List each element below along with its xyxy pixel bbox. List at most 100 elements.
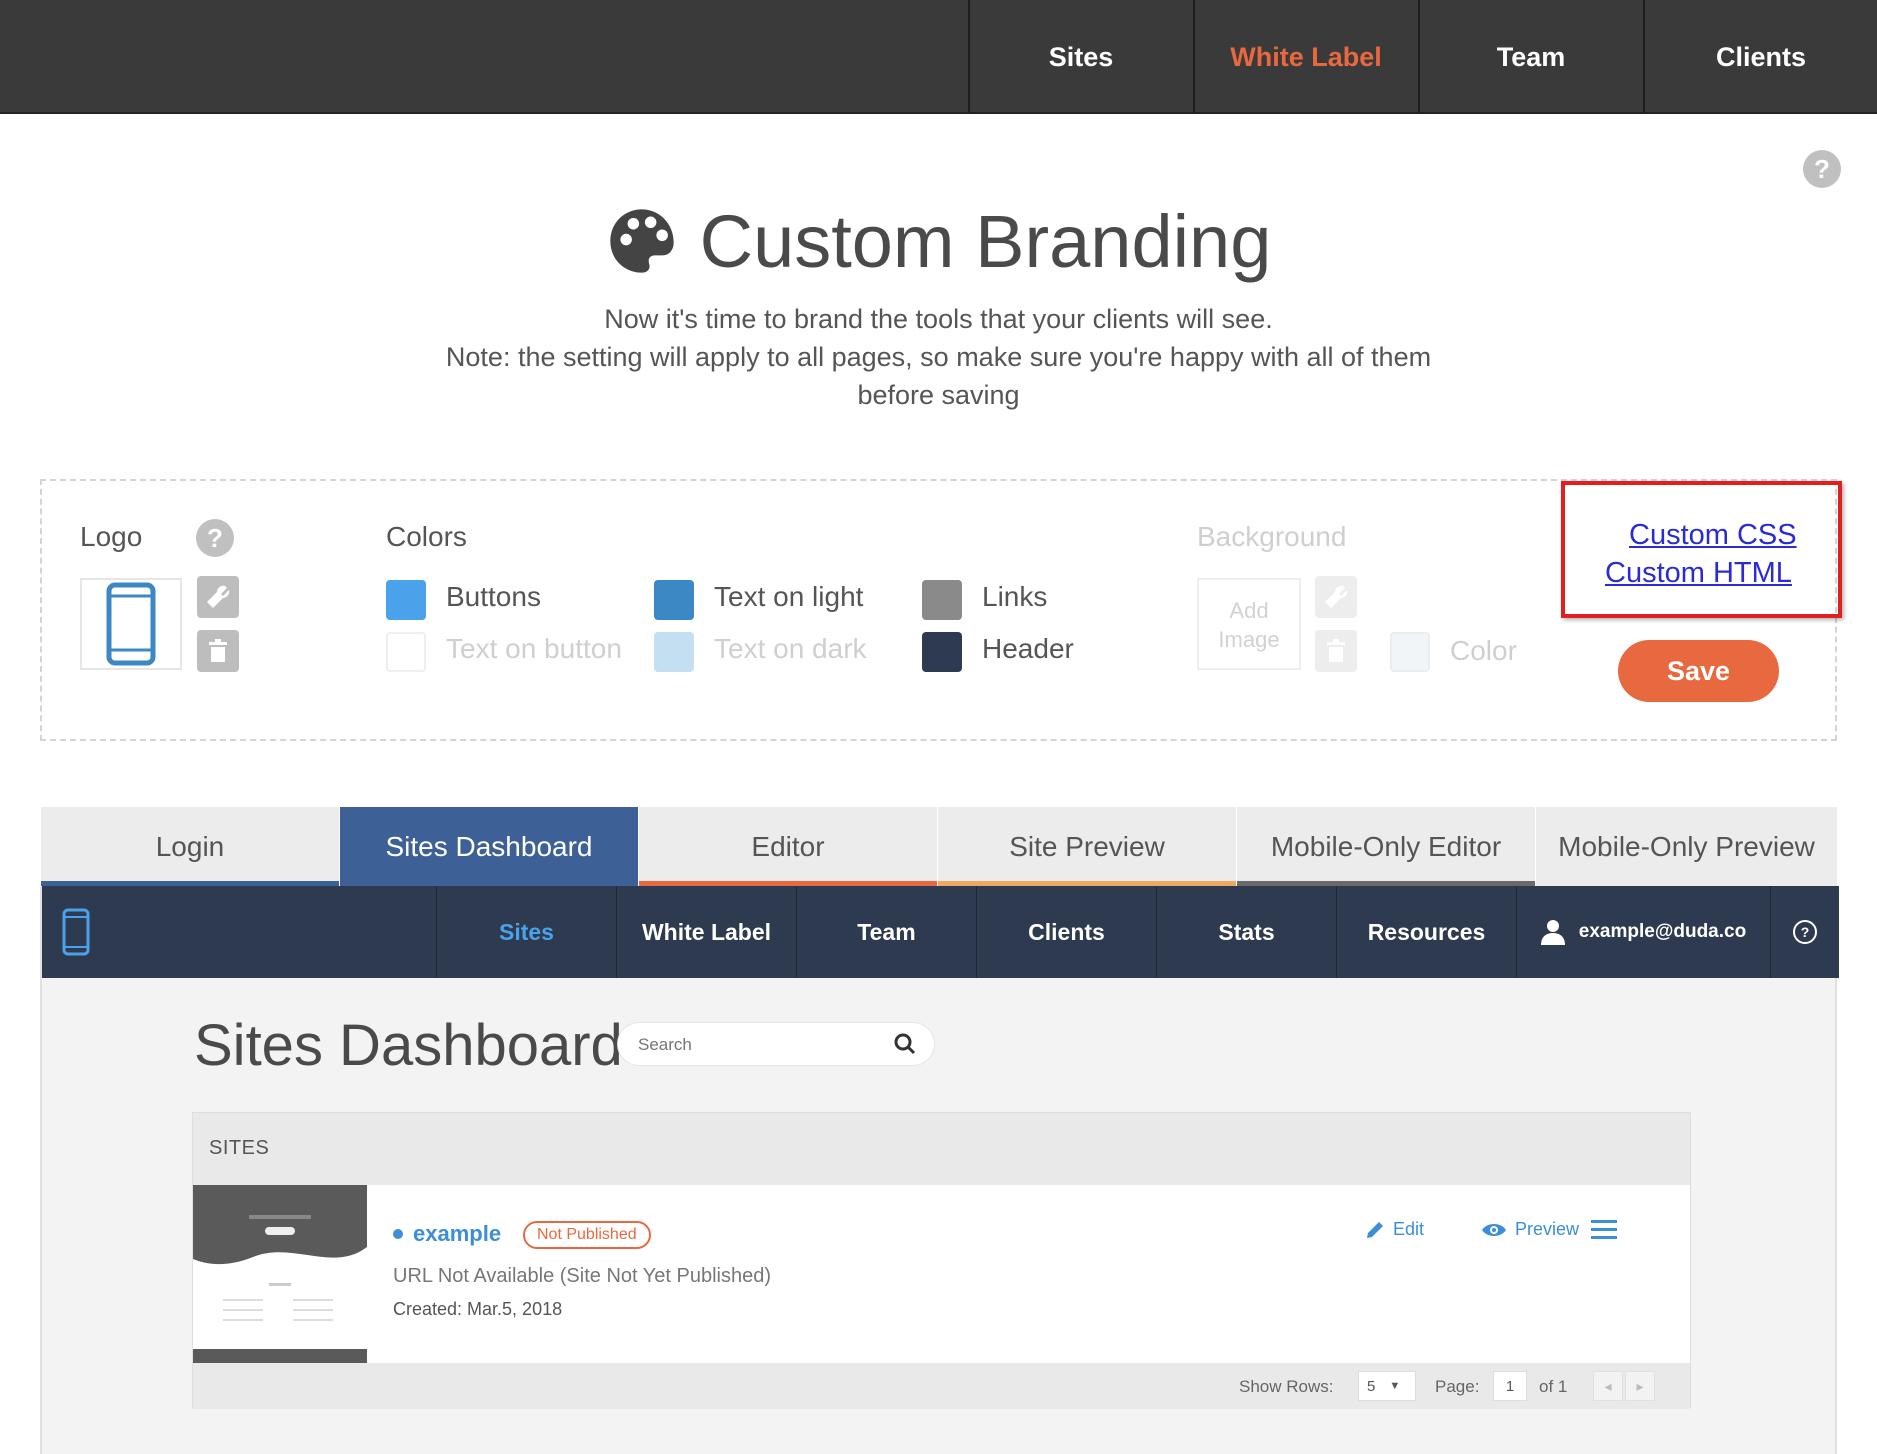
logo-delete-button[interactable] bbox=[197, 630, 239, 672]
site-search[interactable] bbox=[617, 1022, 935, 1066]
buttons-color-label: Buttons bbox=[446, 581, 541, 612]
tab-sites-dashboard-label: Sites Dashboard bbox=[385, 830, 593, 862]
site-url: URL Not Available (Site Not Yet Publishe… bbox=[393, 1265, 771, 1287]
page-header: Custom Branding bbox=[0, 196, 1877, 286]
site-name: example bbox=[413, 1221, 502, 1246]
background-delete-button[interactable] bbox=[1315, 630, 1357, 672]
logo-help-icon[interactable]: ? bbox=[196, 519, 234, 557]
page-subtitle: Now it's time to brand the tools that yo… bbox=[420, 300, 1457, 414]
nav-item-clients[interactable]: Clients bbox=[1643, 0, 1877, 114]
chevron-left-icon: ◂ bbox=[1604, 1377, 1612, 1394]
chevron-right-icon: ▸ bbox=[1636, 1377, 1644, 1394]
wrench-icon bbox=[207, 585, 230, 608]
site-created-date: Created: Mar.5, 2018 bbox=[393, 1299, 563, 1319]
hamburger-menu-icon[interactable] bbox=[1591, 1219, 1617, 1241]
text-on-light-color-swatch[interactable] bbox=[654, 580, 694, 620]
search-icon[interactable] bbox=[894, 1033, 916, 1055]
screen-tabs: Login Sites Dashboard Editor Site Previe… bbox=[40, 807, 1837, 886]
add-image-button[interactable]: Add Image bbox=[1197, 578, 1301, 670]
preview-nav-white-label[interactable]: White Label bbox=[616, 886, 796, 978]
tab-mobile-only-preview[interactable]: Mobile-Only Preview bbox=[1535, 807, 1837, 886]
eye-icon bbox=[1482, 1223, 1506, 1236]
svg-text:?: ? bbox=[1801, 924, 1810, 940]
custom-css-link[interactable]: Custom CSS bbox=[1629, 519, 1797, 552]
sites-dashboard-preview: Sites White Label Team Clients Stats Res… bbox=[40, 886, 1839, 1454]
chevron-down-icon: ▼ bbox=[1389, 1380, 1401, 1392]
next-page-button[interactable]: ▸ bbox=[1625, 1371, 1655, 1401]
page-label: Page: bbox=[1435, 1377, 1480, 1396]
nav-item-white-label[interactable]: White Label bbox=[1193, 0, 1417, 114]
preview-site-button[interactable]: Preview bbox=[1481, 1219, 1579, 1240]
buttons-color-swatch[interactable] bbox=[386, 580, 426, 620]
site-name-link[interactable]: example bbox=[393, 1221, 501, 1247]
header-color-swatch[interactable] bbox=[922, 632, 962, 672]
links-color-label: Links bbox=[982, 581, 1048, 612]
nav-item-sites[interactable]: Sites bbox=[968, 0, 1192, 114]
top-nav: Sites White Label Team Clients bbox=[0, 0, 1877, 114]
save-button[interactable]: Save bbox=[1618, 640, 1779, 702]
pencil-icon bbox=[1367, 1221, 1383, 1238]
background-label: Background bbox=[1197, 521, 1347, 552]
question-circle-icon: ? bbox=[1793, 920, 1817, 944]
background-edit-button[interactable] bbox=[1315, 576, 1357, 618]
wrench-icon bbox=[1325, 585, 1348, 608]
tab-editor[interactable]: Editor bbox=[638, 807, 937, 886]
edit-site-button[interactable]: Edit bbox=[1365, 1219, 1424, 1240]
preview-nav-resources[interactable]: Resources bbox=[1336, 886, 1516, 978]
page-count: of 1 bbox=[1539, 1377, 1568, 1396]
show-rows-select[interactable]: 5 ▼ bbox=[1358, 1371, 1416, 1401]
tab-site-preview[interactable]: Site Preview bbox=[937, 807, 1236, 886]
search-input[interactable] bbox=[638, 1031, 878, 1059]
sites-panel: SITES example Not Published URL Not Avai… bbox=[192, 1112, 1691, 1409]
logo-preview bbox=[80, 578, 182, 670]
user-email: example@duda.co bbox=[1578, 921, 1747, 942]
links-color-swatch[interactable] bbox=[922, 580, 962, 620]
status-badge: Not Published bbox=[523, 1221, 651, 1249]
preview-nav-help[interactable]: ? bbox=[1770, 886, 1839, 978]
colors-label: Colors bbox=[386, 521, 467, 552]
nav-item-team[interactable]: Team bbox=[1418, 0, 1642, 114]
text-on-button-color-swatch[interactable] bbox=[386, 632, 426, 672]
tab-mobile-only-editor[interactable]: Mobile-Only Editor bbox=[1236, 807, 1535, 886]
background-color-swatch[interactable] bbox=[1390, 632, 1430, 672]
add-image-line-2: Image bbox=[1218, 627, 1280, 652]
tab-login[interactable]: Login bbox=[40, 807, 339, 886]
preview-nav-user[interactable]: example@duda.co bbox=[1516, 886, 1770, 978]
subtitle-line-1: Now it's time to brand the tools that yo… bbox=[604, 304, 1273, 334]
preview-nav-stats[interactable]: Stats bbox=[1156, 886, 1336, 978]
palette-icon bbox=[609, 209, 674, 273]
logo-edit-button[interactable] bbox=[197, 576, 239, 618]
custom-html-link[interactable]: Custom HTML bbox=[1605, 557, 1792, 590]
show-rows-label: Show Rows: bbox=[1239, 1377, 1334, 1396]
subtitle-line-2: Note: the setting will apply to all page… bbox=[445, 342, 1432, 410]
trash-icon bbox=[209, 639, 227, 662]
logo-label: Logo bbox=[80, 521, 143, 552]
question-circle-icon[interactable]: ? bbox=[1803, 150, 1841, 188]
preview-label: Preview bbox=[1515, 1219, 1580, 1239]
preview-nav-clients[interactable]: Clients bbox=[976, 886, 1156, 978]
site-row: example Not Published URL Not Available … bbox=[193, 1185, 1690, 1363]
phone-icon bbox=[62, 908, 90, 956]
text-on-dark-color-swatch[interactable] bbox=[654, 632, 694, 672]
tab-sites-dashboard[interactable]: Sites Dashboard bbox=[339, 807, 638, 886]
status-dot-icon bbox=[393, 1229, 403, 1239]
page-value: 1 bbox=[1505, 1377, 1515, 1395]
trash-icon bbox=[1327, 639, 1345, 662]
sites-footer: Show Rows: 5 ▼ Page: 1 of 1 ◂ ▸ bbox=[193, 1363, 1690, 1409]
preview-nav-sites[interactable]: Sites bbox=[436, 886, 616, 978]
page-title: Custom Branding bbox=[699, 199, 1272, 283]
phone-icon bbox=[106, 582, 156, 666]
text-on-dark-color-label: Text on dark bbox=[714, 633, 867, 664]
text-on-button-color-label: Text on button bbox=[446, 633, 622, 664]
preview-nav: Sites White Label Team Clients Stats Res… bbox=[42, 886, 1839, 978]
tab-site-preview-label: Site Preview bbox=[1009, 830, 1165, 862]
user-icon bbox=[1540, 920, 1565, 945]
tab-mobile-only-preview-label: Mobile-Only Preview bbox=[1558, 830, 1815, 862]
preview-nav-team[interactable]: Team bbox=[796, 886, 976, 978]
page-input[interactable]: 1 bbox=[1493, 1371, 1527, 1401]
tab-mobile-only-editor-label: Mobile-Only Editor bbox=[1270, 830, 1502, 862]
prev-page-button[interactable]: ◂ bbox=[1593, 1371, 1623, 1401]
sites-header: SITES bbox=[193, 1113, 1690, 1185]
header-color-label: Header bbox=[982, 633, 1074, 664]
background-color-label: Color bbox=[1450, 635, 1517, 666]
